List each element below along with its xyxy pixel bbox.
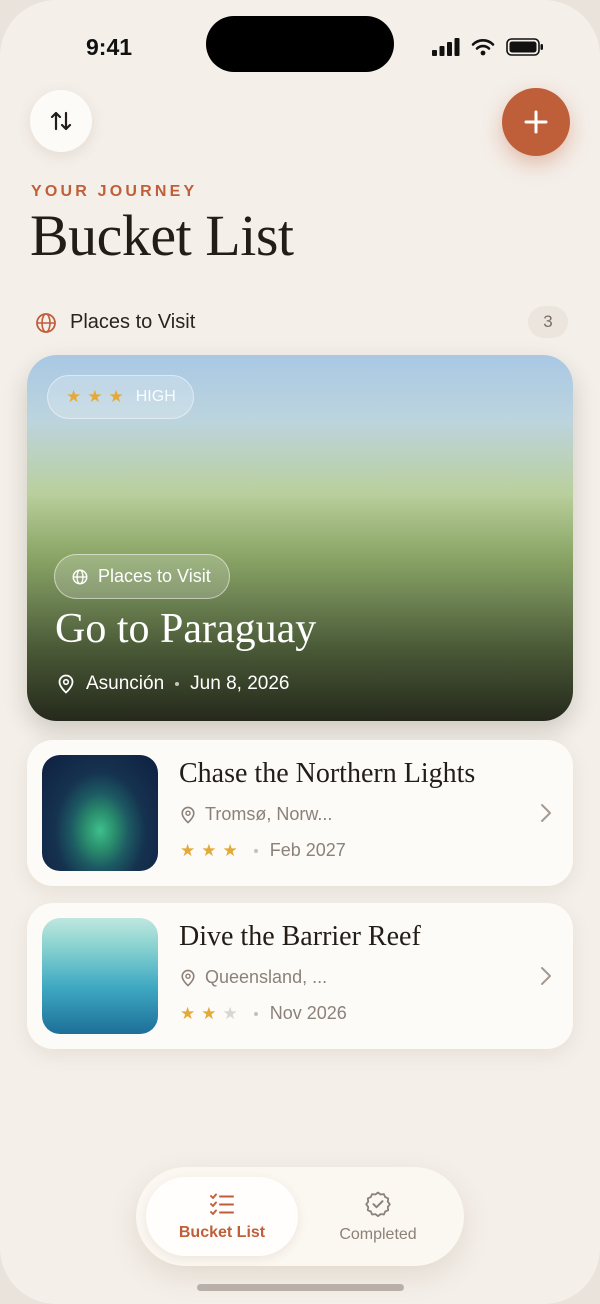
verified-badge-icon [365,1191,391,1217]
priority-badge: ★ ★ ★ HIGH [47,375,194,419]
star-icon: ★ [201,1003,217,1023]
item-meta: ★ ★ ★ Nov 2026 [180,1003,347,1024]
add-item-button[interactable] [502,88,570,156]
phone-screen: 9:41 YOUR JOURNEY Bucket List Places to … [0,0,600,1304]
item-meta: ★ ★ ★ Feb 2027 [180,840,346,861]
category-chip: Places to Visit [54,554,230,599]
status-icons [432,38,544,56]
page-title: Bucket List [30,203,294,268]
priority-label: HIGH [135,388,176,405]
dynamic-island [206,16,394,72]
wifi-icon [471,39,495,56]
separator-dot [253,1011,258,1016]
battery-icon [506,38,543,56]
chevron-right-icon [541,804,551,822]
sort-arrows-icon [50,111,72,131]
separator-dot [175,682,180,686]
sort-button[interactable] [30,90,92,152]
tab-bucket-list[interactable]: Bucket List [146,1177,298,1256]
location-pin-icon [181,969,195,987]
home-indicator[interactable] [197,1284,404,1291]
status-time: 9:41 [86,34,133,60]
star-icon: ★ [222,840,238,860]
section-title: Places to Visit [70,311,196,333]
section-count-badge: 3 [528,306,568,338]
star-icon: ★ [201,840,217,860]
item-thumbnail [42,755,158,871]
star-icon: ★ [66,387,82,406]
tab-completed[interactable]: Completed [302,1177,454,1256]
tab-label: Completed [339,1225,417,1243]
eyebrow-label: YOUR JOURNEY [31,183,198,200]
separator-dot [253,848,258,853]
section-header: Places to Visit 3 [32,306,568,340]
category-label: Places to Visit [98,566,211,586]
item-location-text: Tromsø, Norw... [205,804,333,824]
star-icon: ★ [180,1003,196,1023]
item-date: Feb 2027 [269,840,346,860]
item-title: Dive the Barrier Reef [179,921,421,952]
featured-card[interactable]: ★ ★ ★ HIGH Places to Visit Go to Paragua… [27,355,573,721]
list-item[interactable]: Dive the Barrier Reef Queensland, ... ★ … [27,903,573,1049]
item-thumbnail [42,918,158,1034]
globe-icon [36,313,56,333]
featured-date: Jun 8, 2026 [190,673,290,694]
tab-bar: Bucket List Completed [136,1167,464,1266]
location-pin-icon [58,674,74,694]
checklist-icon [210,1193,234,1215]
list-item[interactable]: Chase the Northern Lights Tromsø, Norw..… [27,740,573,886]
item-title: Chase the Northern Lights [179,758,476,789]
item-location: Queensland, ... [180,967,327,988]
tab-label: Bucket List [178,1223,266,1241]
item-location-text: Queensland, ... [205,967,328,987]
plus-icon [524,110,548,134]
star-icon: ★ [87,387,103,406]
location-pin-icon [181,806,195,824]
signal-icon [432,38,460,56]
featured-meta: Asunción Jun 8, 2026 [57,673,289,695]
featured-title: Go to Paraguay [55,606,317,652]
chevron-right-icon [541,967,551,985]
featured-location: Asunción [86,673,165,694]
star-empty-icon: ★ [222,1003,238,1023]
star-icon: ★ [180,840,196,860]
globe-icon [72,569,88,584]
item-location: Tromsø, Norw... [180,804,332,825]
item-date: Nov 2026 [269,1003,347,1023]
star-icon: ★ [108,387,124,406]
